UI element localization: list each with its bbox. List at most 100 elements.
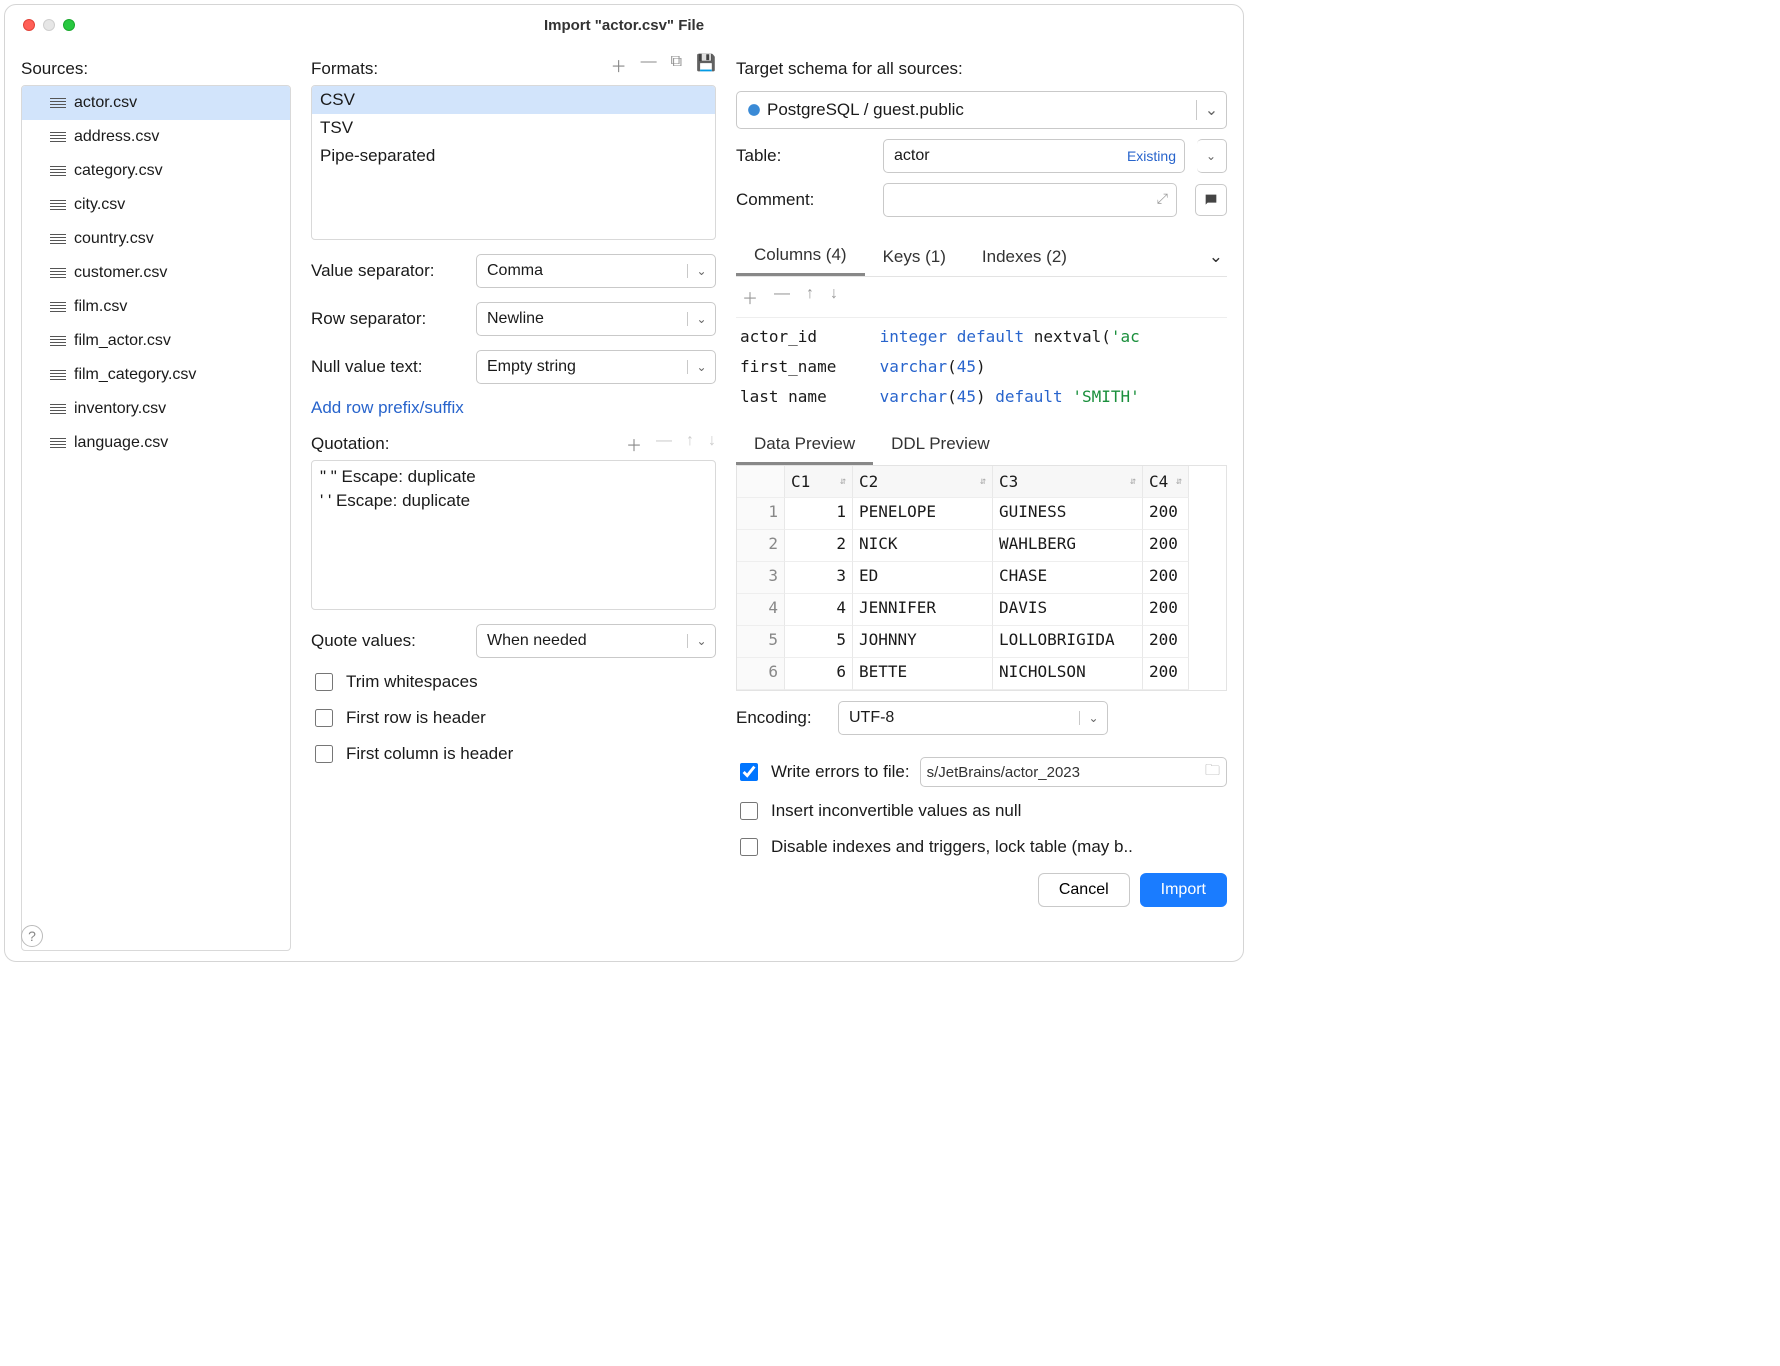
save-icon: 💾 bbox=[696, 53, 716, 77]
copy-icon[interactable]: ⧉ bbox=[671, 53, 682, 77]
file-icon bbox=[50, 234, 66, 244]
null-label: Null value text: bbox=[311, 357, 466, 377]
remove-icon[interactable]: — bbox=[641, 53, 657, 77]
file-icon bbox=[50, 438, 66, 448]
sidebar-item[interactable]: inventory.csv bbox=[22, 392, 290, 426]
sidebar-item[interactable]: category.csv bbox=[22, 154, 290, 188]
list-item[interactable]: CSV bbox=[312, 86, 715, 114]
sidebar-item[interactable]: language.csv bbox=[22, 426, 290, 460]
first-row-checkbox[interactable]: First row is header bbox=[311, 706, 716, 730]
quotation-label: Quotation: bbox=[311, 434, 389, 454]
add-prefix-link[interactable]: Add row prefix/suffix bbox=[311, 398, 716, 418]
value-sep-label: Value separator: bbox=[311, 261, 466, 281]
sidebar-item[interactable]: customer.csv bbox=[22, 256, 290, 290]
chevron-down-icon: ⌄ bbox=[1079, 711, 1107, 725]
postgresql-icon bbox=[747, 103, 761, 117]
remove-icon: — bbox=[656, 432, 672, 456]
quote-values-label: Quote values: bbox=[311, 631, 466, 651]
tab-columns[interactable]: Columns (4) bbox=[736, 237, 865, 276]
chevron-down-icon: ⌄ bbox=[687, 264, 715, 278]
down-icon: ↓ bbox=[708, 432, 716, 456]
quote-values-select[interactable]: When needed ⌄ bbox=[476, 624, 716, 658]
table-label: Table: bbox=[736, 146, 871, 166]
target-schema-label: Target schema for all sources: bbox=[736, 59, 1227, 79]
row-sep-select[interactable]: Newline ⌄ bbox=[476, 302, 716, 336]
file-icon bbox=[50, 404, 66, 414]
target-schema-select[interactable]: PostgreSQL / guest.public ⌄ bbox=[736, 91, 1227, 129]
insert-null-checkbox[interactable]: Insert inconvertible values as null bbox=[736, 799, 1227, 823]
sources-list[interactable]: actor.csvaddress.csvcategory.csvcity.csv… bbox=[21, 85, 291, 951]
chevron-down-icon: ⌄ bbox=[687, 360, 715, 374]
help-icon[interactable]: ? bbox=[21, 925, 43, 947]
sidebar-item[interactable]: country.csv bbox=[22, 222, 290, 256]
window-title: Import "actor.csv" File bbox=[5, 17, 1243, 34]
tab-ddl-preview[interactable]: DDL Preview bbox=[873, 426, 1008, 465]
file-icon bbox=[50, 370, 66, 380]
add-icon[interactable]: ＋ bbox=[742, 285, 758, 309]
list-item[interactable]: ' ' Escape: duplicate bbox=[318, 489, 709, 513]
table-row[interactable]: 33EDCHASE200 bbox=[737, 562, 1226, 594]
comment-input[interactable]: ⤢ bbox=[883, 183, 1177, 217]
data-preview-grid[interactable]: C1⇵C2⇵C3⇵C4⇵11PENELOPEGUINESS20022NICKWA… bbox=[736, 466, 1227, 691]
file-icon bbox=[50, 336, 66, 346]
chevron-down-icon: ⌄ bbox=[687, 634, 715, 648]
folder-icon[interactable]: 🗀 bbox=[1205, 760, 1220, 785]
sources-label: Sources: bbox=[21, 59, 291, 79]
disable-indexes-checkbox[interactable]: Disable indexes and triggers, lock table… bbox=[736, 835, 1227, 859]
chevron-down-icon[interactable]: ⌄ bbox=[1191, 239, 1227, 275]
list-item[interactable]: " " Escape: duplicate bbox=[318, 465, 709, 489]
add-icon[interactable]: ＋ bbox=[626, 432, 642, 456]
error-file-input[interactable]: s/JetBrains/actor_2023 🗀 bbox=[920, 757, 1227, 787]
file-icon bbox=[50, 302, 66, 312]
titlebar: Import "actor.csv" File bbox=[5, 5, 1243, 45]
file-icon bbox=[50, 268, 66, 278]
table-input[interactable]: actor Existing bbox=[883, 139, 1185, 173]
table-row[interactable]: 44JENNIFERDAVIS200 bbox=[737, 594, 1226, 626]
down-icon: ↓ bbox=[830, 285, 838, 309]
table-row[interactable]: 11PENELOPEGUINESS200 bbox=[737, 498, 1226, 530]
tab-indexes[interactable]: Indexes (2) bbox=[964, 239, 1085, 275]
table-row[interactable]: 55JOHNNYLOLLOBRIGIDA200 bbox=[737, 626, 1226, 658]
file-icon bbox=[50, 132, 66, 142]
sidebar-item[interactable]: film_actor.csv bbox=[22, 324, 290, 358]
chevron-down-icon: ⌄ bbox=[1196, 100, 1226, 120]
up-icon: ↑ bbox=[806, 285, 814, 309]
existing-tag: Existing bbox=[1127, 148, 1184, 164]
expand-icon[interactable]: ⤢ bbox=[1157, 190, 1168, 207]
tab-keys[interactable]: Keys (1) bbox=[865, 239, 964, 275]
sidebar-item[interactable]: city.csv bbox=[22, 188, 290, 222]
sidebar-item[interactable]: film_category.csv bbox=[22, 358, 290, 392]
tab-data-preview[interactable]: Data Preview bbox=[736, 426, 873, 465]
table-row[interactable]: 22NICKWAHLBERG200 bbox=[737, 530, 1226, 562]
list-item[interactable]: TSV bbox=[312, 114, 715, 142]
column-definitions: actor_id integer default nextval('acfirs… bbox=[736, 318, 1227, 416]
chevron-down-icon: ⌄ bbox=[687, 312, 715, 326]
file-icon bbox=[50, 200, 66, 210]
up-icon: ↑ bbox=[686, 432, 694, 456]
sidebar-item[interactable]: address.csv bbox=[22, 120, 290, 154]
import-button[interactable]: Import bbox=[1140, 873, 1227, 907]
chat-icon[interactable] bbox=[1195, 184, 1227, 216]
table-row[interactable]: 66BETTENICHOLSON200 bbox=[737, 658, 1226, 690]
cancel-button[interactable]: Cancel bbox=[1038, 873, 1130, 907]
add-icon[interactable]: ＋ bbox=[611, 53, 627, 77]
file-icon bbox=[50, 98, 66, 108]
sidebar-item[interactable]: actor.csv bbox=[22, 86, 290, 120]
formats-label: Formats: bbox=[311, 59, 378, 79]
chevron-down-icon: ⌄ bbox=[1197, 149, 1225, 163]
list-item[interactable]: Pipe-separated bbox=[312, 142, 715, 170]
comment-label: Comment: bbox=[736, 190, 871, 210]
null-select[interactable]: Empty string ⌄ bbox=[476, 350, 716, 384]
file-icon bbox=[50, 166, 66, 176]
encoding-label: Encoding: bbox=[736, 708, 826, 728]
encoding-select[interactable]: UTF-8 ⌄ bbox=[838, 701, 1108, 735]
sidebar-item[interactable]: film.csv bbox=[22, 290, 290, 324]
table-chevron[interactable]: ⌄ bbox=[1197, 139, 1227, 173]
trim-checkbox[interactable]: Trim whitespaces bbox=[311, 670, 716, 694]
row-sep-label: Row separator: bbox=[311, 309, 466, 329]
value-sep-select[interactable]: Comma ⌄ bbox=[476, 254, 716, 288]
write-errors-checkbox[interactable]: Write errors to file: s/JetBrains/actor_… bbox=[736, 757, 1227, 787]
first-col-checkbox[interactable]: First column is header bbox=[311, 742, 716, 766]
quotation-list[interactable]: " " Escape: duplicate' ' Escape: duplica… bbox=[311, 460, 716, 610]
formats-list[interactable]: CSVTSVPipe-separated bbox=[311, 85, 716, 240]
